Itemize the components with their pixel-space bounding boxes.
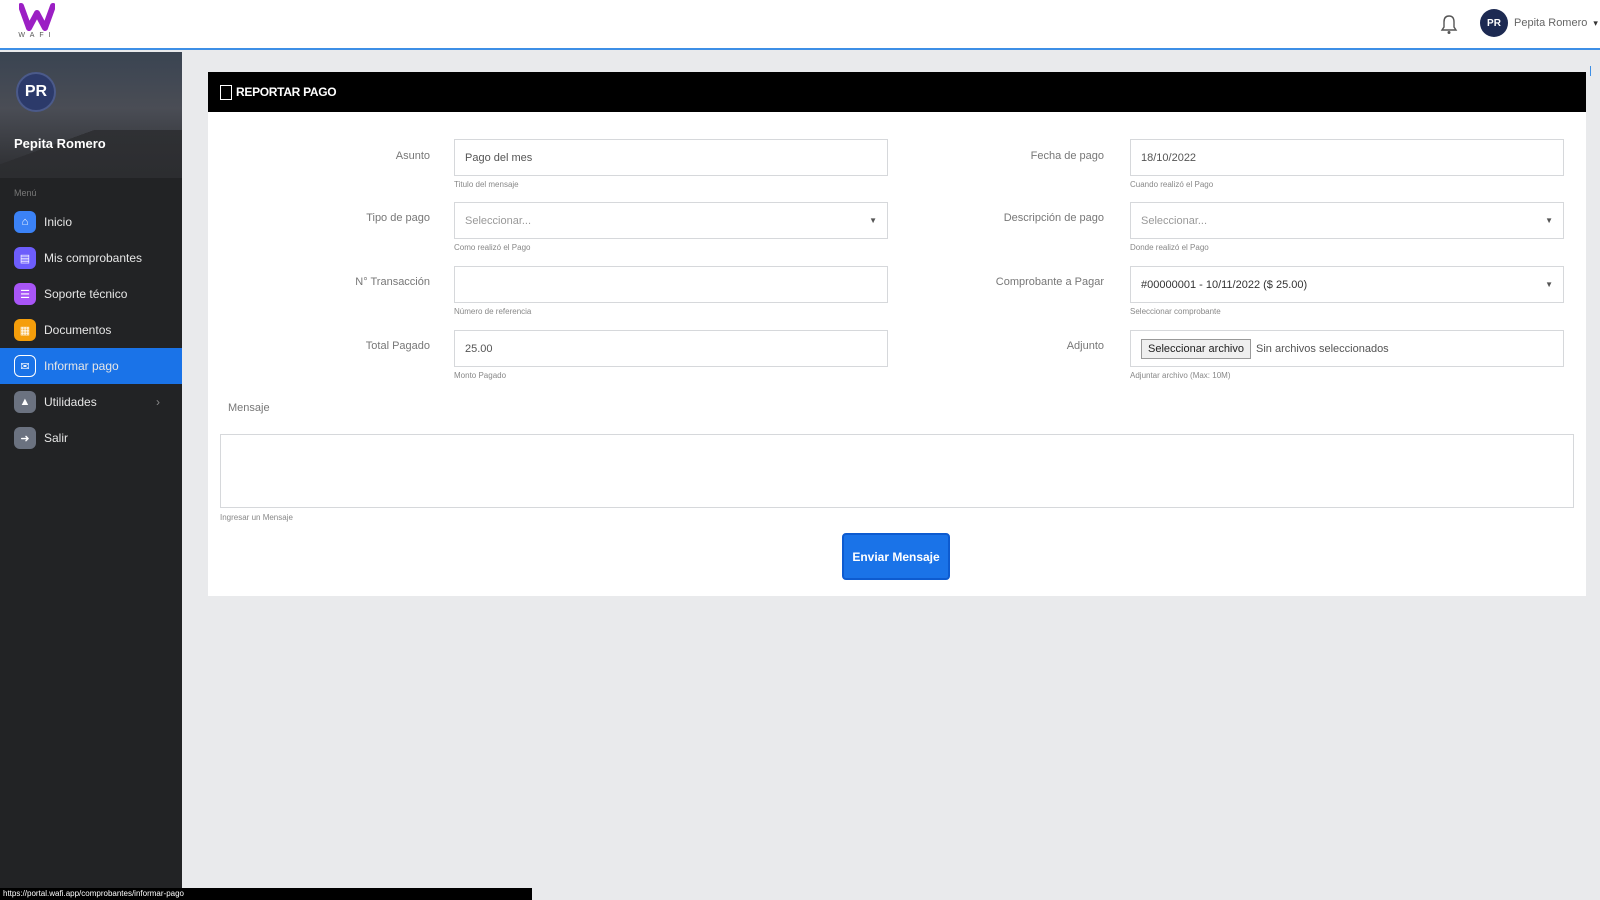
adjunto-help: Adjuntar archivo (Max: 10M) bbox=[1130, 371, 1231, 380]
transaccion-label: N° Transacción bbox=[355, 276, 430, 288]
file-icon bbox=[220, 84, 232, 100]
total-input[interactable]: 25.00 bbox=[454, 330, 888, 367]
profile-name: Pepita Romero bbox=[14, 136, 106, 151]
fecha-label: Fecha de pago bbox=[1030, 150, 1104, 162]
file-status: Sin archivos seleccionados bbox=[1256, 342, 1389, 355]
document-icon: ▤ bbox=[14, 247, 36, 269]
comprobante-value: #00000001 - 10/11/2022 ($ 25.00) bbox=[1141, 278, 1308, 291]
sidebar-item-label: Soporte técnico bbox=[44, 287, 128, 301]
tipo-pago-value: Seleccionar... bbox=[465, 214, 532, 227]
sidebar-item-label: Salir bbox=[44, 431, 69, 445]
send-message-button[interactable]: Enviar Mensaje bbox=[842, 533, 950, 580]
sidebar-item-comprobantes[interactable]: ▤ Mis comprobantes bbox=[0, 240, 182, 276]
asunto-input[interactable]: Pago del mes bbox=[454, 139, 888, 176]
fecha-input[interactable]: 18/10/2022 bbox=[1130, 139, 1564, 176]
card-header: Reportar pago bbox=[208, 72, 1586, 112]
sidebar-item-soporte[interactable]: ☰ Soporte técnico bbox=[0, 276, 182, 312]
home-icon: ⌂ bbox=[14, 211, 36, 233]
descripcion-select[interactable]: Seleccionar... ▼ bbox=[1130, 202, 1564, 239]
total-label: Total Pagado bbox=[365, 340, 430, 352]
fecha-help: Cuando realizó el Pago bbox=[1130, 180, 1214, 189]
sidebar: PR Pepita Romero Menú ⌂ Inicio ▤ Mis com… bbox=[0, 52, 182, 900]
mensaje-help: Ingresar un Mensaje bbox=[220, 513, 293, 522]
tools-icon: ▲ bbox=[14, 391, 36, 413]
sidebar-item-label: Informar pago bbox=[44, 359, 119, 373]
sidebar-item-inicio[interactable]: ⌂ Inicio bbox=[0, 204, 182, 240]
profile-panel: PR Pepita Romero bbox=[0, 52, 182, 178]
sidebar-item-informar-pago[interactable]: ✉ Informar pago bbox=[0, 348, 182, 384]
dropdown-arrow-icon: ▼ bbox=[1545, 216, 1553, 225]
user-name: Pepita Romero bbox=[1514, 17, 1588, 29]
adjunto-label: Adjunto bbox=[1066, 340, 1104, 352]
total-help: Monto Pagado bbox=[454, 371, 507, 380]
chevron-right-icon: › bbox=[156, 395, 160, 409]
transaccion-input[interactable] bbox=[454, 266, 888, 303]
descripcion-value: Seleccionar... bbox=[1141, 214, 1208, 227]
comprobante-help: Seleccionar comprobante bbox=[1130, 307, 1221, 316]
sidebar-item-documentos[interactable]: ▦ Documentos bbox=[0, 312, 182, 348]
bell-icon[interactable] bbox=[1440, 13, 1458, 35]
payment-icon: ✉ bbox=[14, 355, 36, 377]
wafi-logo[interactable]: WAFI bbox=[14, 3, 60, 47]
mensaje-textarea[interactable] bbox=[220, 434, 1574, 508]
asunto-label: Asunto bbox=[395, 150, 430, 162]
tipo-pago-help: Como realizó el Pago bbox=[454, 243, 531, 252]
top-bar: WAFI PR Pepita Romero ▾ bbox=[0, 0, 1600, 50]
status-bar-url: https://portal.wafi.app/comprobantes/inf… bbox=[0, 888, 532, 900]
page-title: Reportar pago bbox=[236, 85, 337, 99]
descripcion-label: Descripción de pago bbox=[1003, 212, 1104, 224]
menu-label: Menú bbox=[14, 188, 37, 198]
sidebar-item-label: Inicio bbox=[44, 215, 73, 229]
sidebar-item-label: Mis comprobantes bbox=[44, 251, 143, 265]
payment-report-card: Reportar pago Asunto Pago del mes Titulo… bbox=[208, 72, 1586, 596]
logo-text: WAFI bbox=[18, 32, 56, 39]
avatar: PR bbox=[1480, 9, 1508, 37]
mensaje-label: Mensaje bbox=[228, 402, 270, 414]
sidebar-item-label: Utilidades bbox=[44, 395, 97, 409]
chevron-down-icon: ▾ bbox=[1593, 17, 1598, 28]
profile-avatar[interactable]: PR bbox=[16, 72, 56, 112]
sidebar-item-utilidades[interactable]: ▲ Utilidades › bbox=[0, 384, 182, 420]
dropdown-arrow-icon: ▼ bbox=[869, 216, 877, 225]
select-file-button[interactable]: Seleccionar archivo bbox=[1141, 338, 1251, 359]
folder-icon: ▦ bbox=[14, 319, 36, 341]
tipo-pago-select[interactable]: Seleccionar... ▼ bbox=[454, 202, 888, 239]
comprobante-label: Comprobante a Pagar bbox=[995, 276, 1104, 288]
descripcion-help: Donde realizó el Pago bbox=[1130, 243, 1209, 252]
asunto-help: Titulo del mensaje bbox=[454, 180, 519, 189]
user-menu[interactable]: PR Pepita Romero ▾ bbox=[1480, 9, 1598, 37]
tipo-pago-label: Tipo de pago bbox=[366, 212, 430, 224]
transaccion-help: Número de referencia bbox=[454, 307, 532, 316]
dropdown-arrow-icon: ▼ bbox=[1545, 280, 1553, 289]
sidebar-item-salir[interactable]: ➜ Salir bbox=[0, 420, 182, 456]
logout-icon: ➜ bbox=[14, 427, 36, 449]
adjunto-file-field: Seleccionar archivo Sin archivos selecci… bbox=[1130, 330, 1564, 367]
comprobante-select[interactable]: #00000001 - 10/11/2022 ($ 25.00) ▼ bbox=[1130, 266, 1564, 303]
support-icon: ☰ bbox=[14, 283, 36, 305]
sidebar-item-label: Documentos bbox=[44, 323, 112, 337]
scroll-indicator bbox=[1590, 66, 1596, 76]
logo-mark-icon bbox=[19, 3, 55, 31]
